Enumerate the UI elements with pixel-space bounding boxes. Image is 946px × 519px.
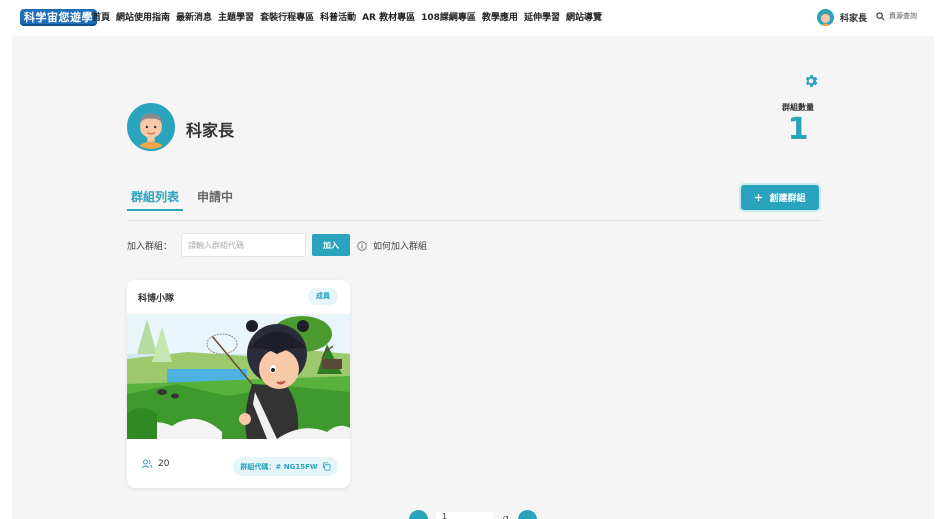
create-group-label: 創建群組 bbox=[769, 194, 806, 204]
search-label: 資源查詢 bbox=[889, 12, 917, 20]
nav-item-teaching[interactable]: 教學應用 bbox=[482, 10, 518, 23]
nav-item-topics[interactable]: 主題學習 bbox=[218, 10, 254, 23]
search-icon bbox=[876, 11, 885, 20]
nav-item-108[interactable]: 108課綱專區 bbox=[421, 10, 476, 23]
resource-search[interactable]: 資源查詢 bbox=[876, 11, 917, 21]
role-badge: 成員 bbox=[308, 288, 338, 305]
join-group-label: 加入群組： bbox=[127, 242, 173, 252]
prev-page-button[interactable] bbox=[409, 510, 428, 519]
site-logo[interactable]: 科学宙您遊學 bbox=[20, 9, 97, 26]
avatar bbox=[817, 9, 834, 26]
member-count-value: 20 bbox=[158, 459, 170, 469]
nav-item-sitemap[interactable]: 網站導覽 bbox=[566, 10, 602, 23]
group-cover-illustration bbox=[127, 314, 350, 439]
group-code-input[interactable] bbox=[181, 233, 306, 257]
nav-item-guide[interactable]: 網站使用指南 bbox=[116, 10, 170, 23]
next-page-button[interactable] bbox=[517, 510, 537, 519]
user-menu[interactable]: 科家長 bbox=[817, 9, 867, 26]
gear-icon[interactable] bbox=[803, 73, 819, 89]
nav-item-home[interactable]: 首頁 bbox=[92, 10, 110, 23]
join-button[interactable]: 加入 bbox=[312, 234, 350, 256]
group-tabs: 群組列表 申請中 bbox=[127, 186, 237, 211]
page-number-input[interactable]: 1 bbox=[436, 511, 494, 519]
nav-item-activities[interactable]: 科普活動 bbox=[320, 10, 356, 23]
plus-icon bbox=[755, 193, 763, 202]
group-card[interactable]: 科博小隊 成員 20 群組代碼：# NG15FW bbox=[127, 280, 350, 488]
top-navigation-bar: 科学宙您遊學 首頁 網站使用指南 最新消息 主題學習 套裝行程專區 科普活動 A… bbox=[0, 0, 946, 36]
nav-item-news[interactable]: 最新消息 bbox=[176, 10, 212, 23]
users-icon bbox=[141, 459, 153, 469]
tabs-divider bbox=[127, 220, 820, 221]
tab-group-list[interactable]: 群組列表 bbox=[127, 186, 184, 211]
user-name: 科家長 bbox=[840, 14, 868, 24]
pagination: 1 /1 bbox=[409, 510, 537, 519]
group-code-copy[interactable]: 群組代碼：# NG15FW bbox=[233, 457, 338, 476]
group-count-value: 1 bbox=[787, 112, 809, 147]
nav-item-packages[interactable]: 套裝行程專區 bbox=[260, 10, 314, 23]
main-nav: 首頁 網站使用指南 最新消息 主題學習 套裝行程專區 科普活動 AR 教材專區 … bbox=[92, 10, 602, 23]
nav-item-extended[interactable]: 延伸學習 bbox=[524, 10, 560, 23]
profile-name: 科家長 bbox=[186, 121, 235, 140]
how-to-join-label: 如何加入群組 bbox=[373, 242, 428, 252]
info-icon bbox=[357, 240, 367, 251]
how-to-join-link[interactable]: 如何加入群組 bbox=[357, 239, 427, 252]
copy-icon bbox=[322, 462, 331, 471]
page-total: /1 bbox=[502, 515, 510, 519]
nav-item-ar[interactable]: AR 教材專區 bbox=[362, 10, 415, 23]
group-name: 科博小隊 bbox=[138, 294, 175, 304]
profile-avatar bbox=[127, 103, 175, 151]
create-group-button[interactable]: 創建群組 bbox=[741, 185, 819, 210]
group-code-text: 群組代碼：# NG15FW bbox=[240, 462, 318, 471]
member-count: 20 bbox=[141, 459, 169, 469]
tab-pending[interactable]: 申請中 bbox=[193, 186, 237, 211]
